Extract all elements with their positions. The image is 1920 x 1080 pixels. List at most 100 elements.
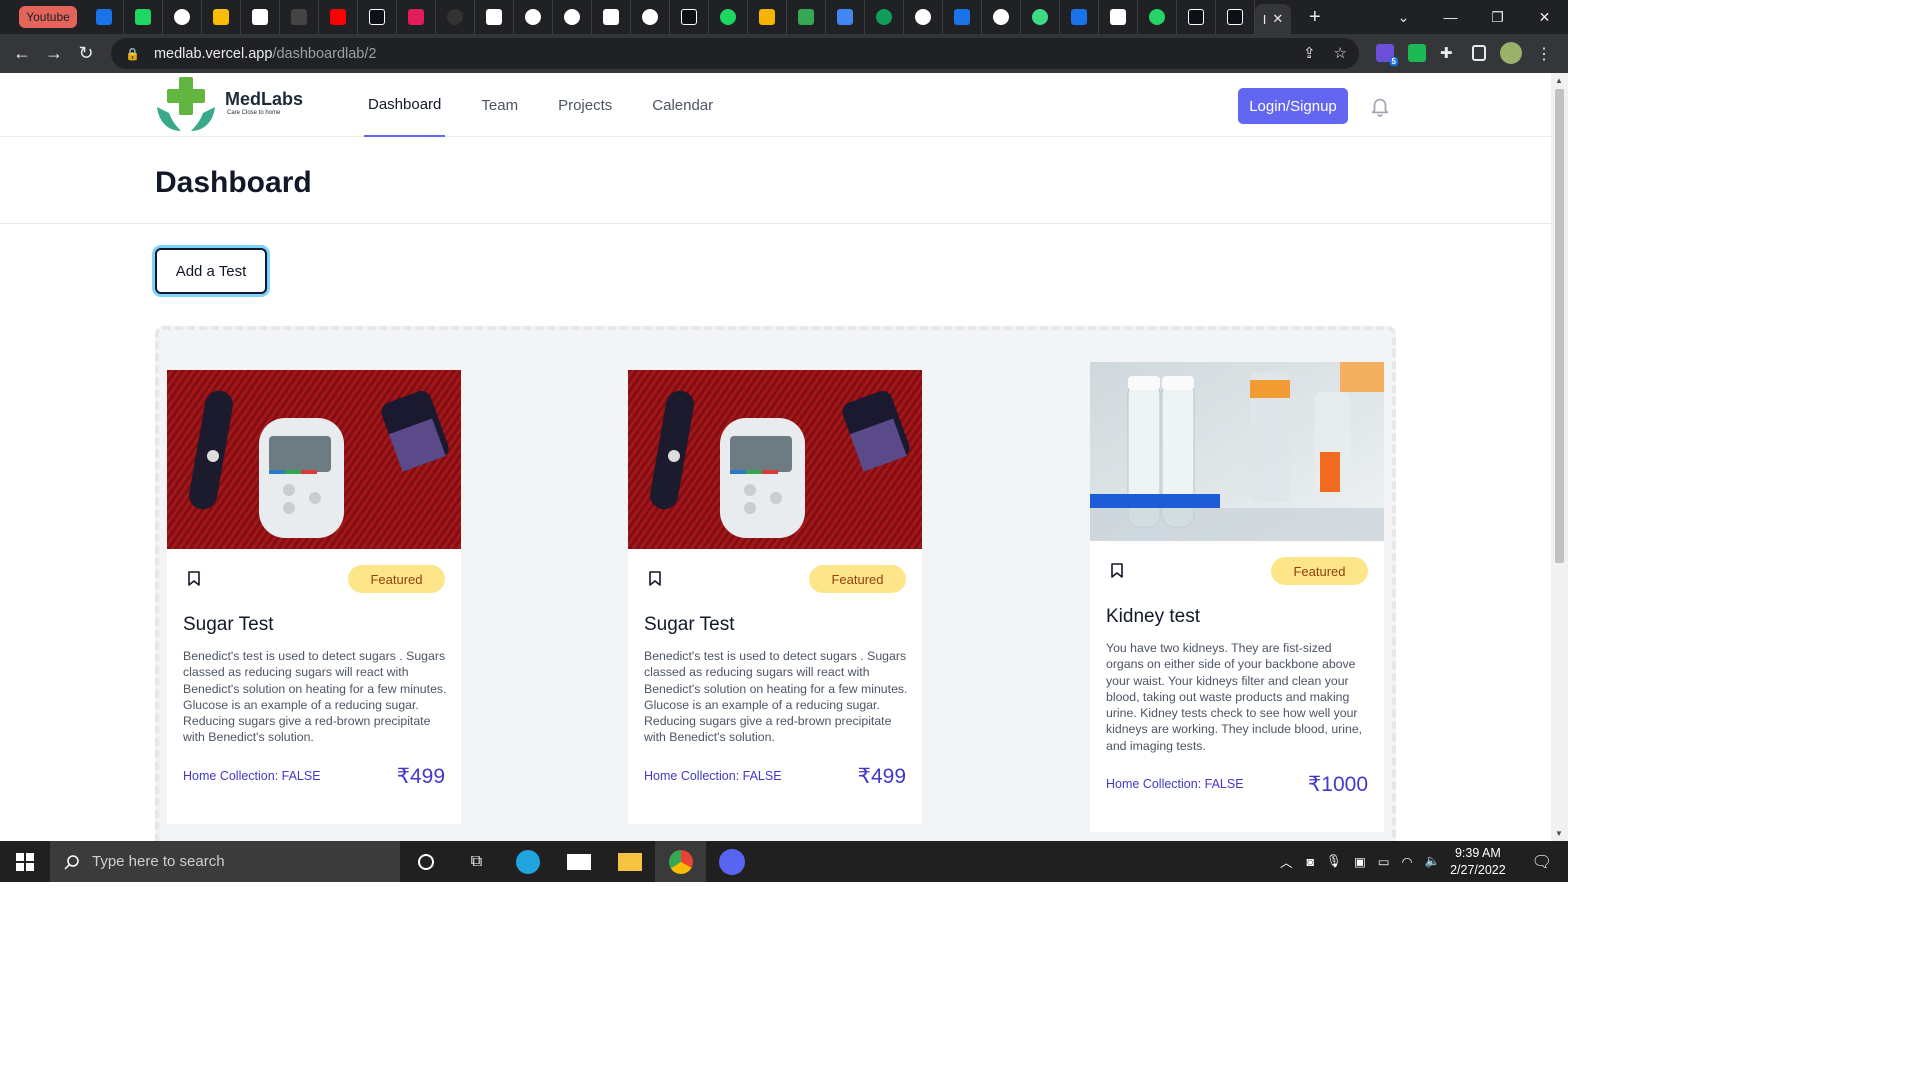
address-bar[interactable]: 🔒 medlab.vercel.app/dashboardlab/2 ⇪ ☆ — [111, 38, 1359, 69]
back-button[interactable]: ← — [6, 43, 38, 64]
browser-tab[interactable] — [592, 0, 631, 34]
browser-tab[interactable] — [241, 0, 280, 34]
microphone-icon[interactable]: 🎙 — [1326, 854, 1342, 869]
bookmark-icon[interactable] — [649, 571, 661, 586]
nav-item-calendar[interactable]: Calendar — [652, 73, 713, 137]
browser-tab[interactable] — [982, 0, 1021, 34]
page-scrollbar[interactable]: ▲ ▼ — [1551, 73, 1568, 841]
bell-icon[interactable] — [1369, 95, 1391, 117]
discord-icon[interactable] — [706, 841, 757, 882]
browser-tab[interactable] — [163, 0, 202, 34]
close-tab-icon[interactable]: ✕ — [1272, 11, 1283, 27]
test-card[interactable]: Featured Sugar Test Benedict's test is u… — [167, 370, 461, 824]
add-test-button[interactable]: Add a Test — [155, 248, 267, 294]
bookmark-star-icon[interactable]: ☆ — [1334, 44, 1347, 62]
browser-tab[interactable] — [475, 0, 514, 34]
browser-tab[interactable] — [1216, 0, 1255, 34]
browser-tab[interactable] — [1099, 0, 1138, 34]
login-signup-button[interactable]: Login/Signup — [1238, 88, 1348, 124]
card-title: Sugar Test — [644, 614, 735, 635]
browser-tab[interactable] — [202, 0, 241, 34]
taskbar-clock[interactable]: 9:39 AM 2/27/2022 — [1450, 845, 1506, 879]
display-icon[interactable]: ▣ — [1354, 854, 1366, 869]
start-button[interactable] — [0, 841, 50, 882]
nav-item-team[interactable]: Team — [481, 73, 518, 137]
test-card[interactable]: Featured Kidney test You have two kidney… — [1090, 362, 1384, 832]
scroll-up-arrow-icon[interactable]: ▲ — [1555, 76, 1563, 85]
nav-item-projects[interactable]: Projects — [558, 73, 612, 137]
browser-tab[interactable] — [709, 0, 748, 34]
browser-tab[interactable] — [397, 0, 436, 34]
task-view-icon[interactable]: ⧉ — [451, 841, 502, 882]
browser-tab[interactable] — [1138, 0, 1177, 34]
browser-tab[interactable] — [865, 0, 904, 34]
browser-tab[interactable] — [826, 0, 865, 34]
browser-tab[interactable] — [514, 0, 553, 34]
browser-tab[interactable] — [787, 0, 826, 34]
bookmark-icon[interactable] — [188, 571, 200, 586]
tab-favicon-icon — [291, 9, 307, 25]
browser-tab[interactable] — [124, 0, 163, 34]
browser-tab[interactable] — [85, 0, 124, 34]
nav-item-dashboard[interactable]: Dashboard — [364, 73, 446, 137]
spotify-icon — [720, 9, 736, 25]
mail-icon[interactable] — [553, 841, 604, 882]
browser-tab[interactable] — [280, 0, 319, 34]
scrollbar-thumb[interactable] — [1555, 89, 1564, 563]
notification-icon[interactable]: 🗨 — [1532, 852, 1552, 872]
bookmark-icon[interactable] — [1111, 563, 1123, 578]
battery-icon[interactable]: ▭ — [1378, 854, 1390, 869]
wifi-icon[interactable]: ◠ — [1402, 854, 1413, 869]
browser-tab[interactable] — [670, 0, 709, 34]
close-window-button[interactable]: ✕ — [1521, 9, 1568, 26]
browser-tab[interactable] — [631, 0, 670, 34]
taskbar-search-box[interactable]: Type here to search — [50, 841, 400, 882]
edge-icon[interactable] — [502, 841, 553, 882]
scroll-down-arrow-icon[interactable]: ▼ — [1555, 829, 1563, 838]
restore-button[interactable]: ❐ — [1474, 9, 1521, 26]
minimize-button[interactable]: — — [1427, 9, 1474, 25]
browser-tab[interactable] — [436, 0, 475, 34]
github-icon — [993, 9, 1009, 25]
tab-favicons — [85, 0, 1255, 34]
more-menu-icon[interactable]: ⋮ — [1536, 44, 1552, 63]
new-tab-button[interactable]: + — [1309, 6, 1321, 29]
cortana-icon[interactable] — [400, 841, 451, 882]
active-browser-tab[interactable]: I ✕ — [1255, 4, 1291, 34]
avatar[interactable] — [1500, 42, 1522, 64]
browser-tab[interactable] — [1060, 0, 1099, 34]
logo-text: MedLabs — [225, 89, 304, 109]
tab-search-icon[interactable]: ⌄ — [1380, 9, 1427, 26]
test-card[interactable]: Featured Sugar Test Benedict's test is u… — [628, 370, 922, 824]
browser-tab[interactable] — [358, 0, 397, 34]
side-panel-icon[interactable] — [1472, 45, 1486, 61]
browser-tab[interactable] — [319, 0, 358, 34]
volume-icon[interactable]: 🔈 — [1425, 854, 1441, 869]
reload-button[interactable]: ↻ — [70, 43, 102, 64]
browser-tab[interactable] — [1177, 0, 1216, 34]
browser-tab[interactable] — [748, 0, 787, 34]
omnibox-actions: ⇪ ☆ — [1303, 44, 1347, 62]
medlabs-logo[interactable]: MedLabs Care Close to home — [155, 77, 305, 135]
browser-tab[interactable] — [904, 0, 943, 34]
chrome-icon[interactable] — [655, 841, 706, 882]
extension-icon[interactable]: 5 — [1376, 44, 1398, 66]
pinned-tab[interactable]: Youtube — [19, 6, 77, 28]
page-viewport: MedLabs Care Close to home Dashboard Tea… — [0, 73, 1551, 841]
glucose-meter-image — [628, 370, 922, 549]
browser-tab[interactable] — [943, 0, 982, 34]
puzzle-icon[interactable]: ✚ — [1440, 44, 1458, 62]
tab-favicon-icon — [759, 9, 775, 25]
medium-icon — [1110, 9, 1126, 25]
browser-tab[interactable] — [553, 0, 592, 34]
lock-icon[interactable]: 🔒 — [125, 47, 140, 61]
file-explorer-icon[interactable] — [604, 841, 655, 882]
browser-tab[interactable] — [1021, 0, 1060, 34]
share-icon[interactable]: ⇪ — [1303, 44, 1316, 62]
forward-button[interactable]: → — [38, 43, 70, 64]
camera-icon[interactable]: ◙ — [1307, 855, 1315, 869]
chevron-up-icon[interactable]: ︿ — [1280, 852, 1293, 871]
github-icon — [525, 9, 541, 25]
card-description: Benedict's test is used to detect sugars… — [183, 649, 447, 745]
extension-icon[interactable] — [1408, 44, 1426, 62]
